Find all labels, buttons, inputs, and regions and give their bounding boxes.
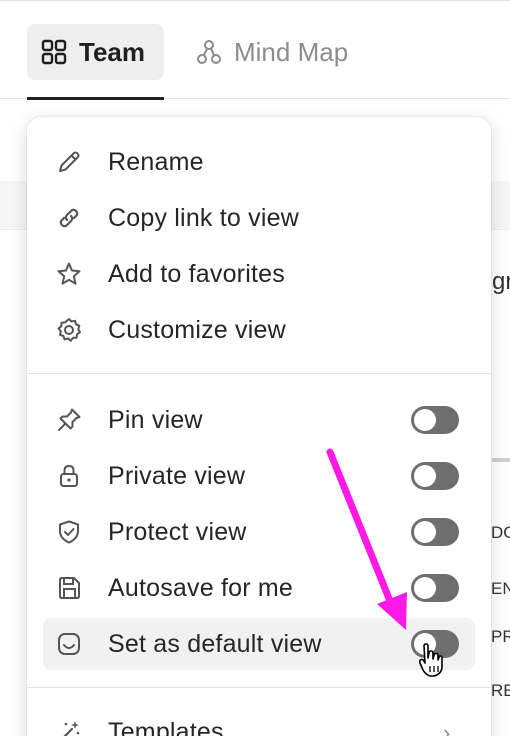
menu-item-copy-link[interactable]: Copy link to view [43, 192, 475, 244]
menu-divider [27, 373, 491, 374]
toggle-knob [414, 409, 436, 431]
grid-icon [41, 39, 67, 65]
background-text-fragment: PR [491, 627, 510, 646]
menu-item-customize-view[interactable]: Customize view [43, 304, 475, 356]
menu-item-templates[interactable]: Templates › [43, 706, 475, 736]
set-default-view-toggle[interactable] [411, 630, 459, 658]
menu-item-label: Templates [108, 717, 224, 736]
view-options-menu: Rename Copy link to view Add to favorite… [27, 117, 491, 736]
menu-item-private-view[interactable]: Private view [43, 450, 475, 502]
menu-item-protect-view[interactable]: Protect view [43, 506, 475, 558]
lock-icon [55, 462, 83, 490]
menu-divider [27, 687, 491, 688]
pin-view-toggle[interactable] [411, 406, 459, 434]
toggle-knob [414, 521, 436, 543]
private-view-toggle[interactable] [411, 462, 459, 490]
default-view-icon [55, 630, 83, 658]
background-text-fragment: RE [491, 681, 510, 700]
menu-item-add-to-favorites[interactable]: Add to favorites [43, 248, 475, 300]
star-icon [55, 260, 83, 288]
magic-wand-icon [55, 718, 83, 736]
tab-team-label: Team [79, 36, 145, 67]
pin-icon [55, 406, 83, 434]
menu-item-set-default-view[interactable]: Set as default view [43, 618, 475, 670]
menu-item-label: Autosave for me [108, 573, 294, 602]
active-tab-underline [27, 97, 164, 100]
chevron-right-icon: › [443, 720, 451, 736]
shield-icon [55, 518, 83, 546]
link-icon [55, 204, 83, 232]
tab-mind-map-label: Mind Map [234, 36, 349, 67]
menu-item-label: Add to favorites [108, 259, 285, 288]
background-text-fragment: DO [491, 523, 510, 542]
toggle-knob [414, 577, 436, 599]
menu-item-label: Protect view [108, 517, 247, 546]
page: Team Mind Map gr DO EN PR RE Rename Copy… [0, 0, 510, 736]
tab-mind-map[interactable]: Mind Map [182, 24, 382, 80]
tab-team[interactable]: Team [27, 24, 164, 80]
pencil-icon [55, 148, 83, 176]
view-tabs-bar: Team Mind Map [0, 0, 510, 100]
save-icon [55, 574, 83, 602]
protect-view-toggle[interactable] [411, 518, 459, 546]
gear-icon [55, 316, 83, 344]
background-text-fragment: gr [492, 268, 510, 295]
mind-map-icon [196, 39, 222, 65]
menu-item-rename[interactable]: Rename [43, 136, 475, 188]
background-divider [492, 458, 510, 462]
autosave-toggle[interactable] [411, 574, 459, 602]
menu-item-pin-view[interactable]: Pin view [43, 394, 475, 446]
menu-item-label: Pin view [108, 405, 203, 434]
menu-item-autosave[interactable]: Autosave for me [43, 562, 475, 614]
menu-item-label: Private view [108, 461, 246, 490]
menu-item-label: Copy link to view [108, 203, 299, 232]
menu-item-label: Set as default view [108, 629, 322, 658]
toggle-knob [414, 633, 436, 655]
toggle-knob [414, 465, 436, 487]
background-text-fragment: EN [491, 579, 510, 598]
menu-item-label: Rename [108, 147, 204, 176]
menu-item-label: Customize view [108, 315, 286, 344]
